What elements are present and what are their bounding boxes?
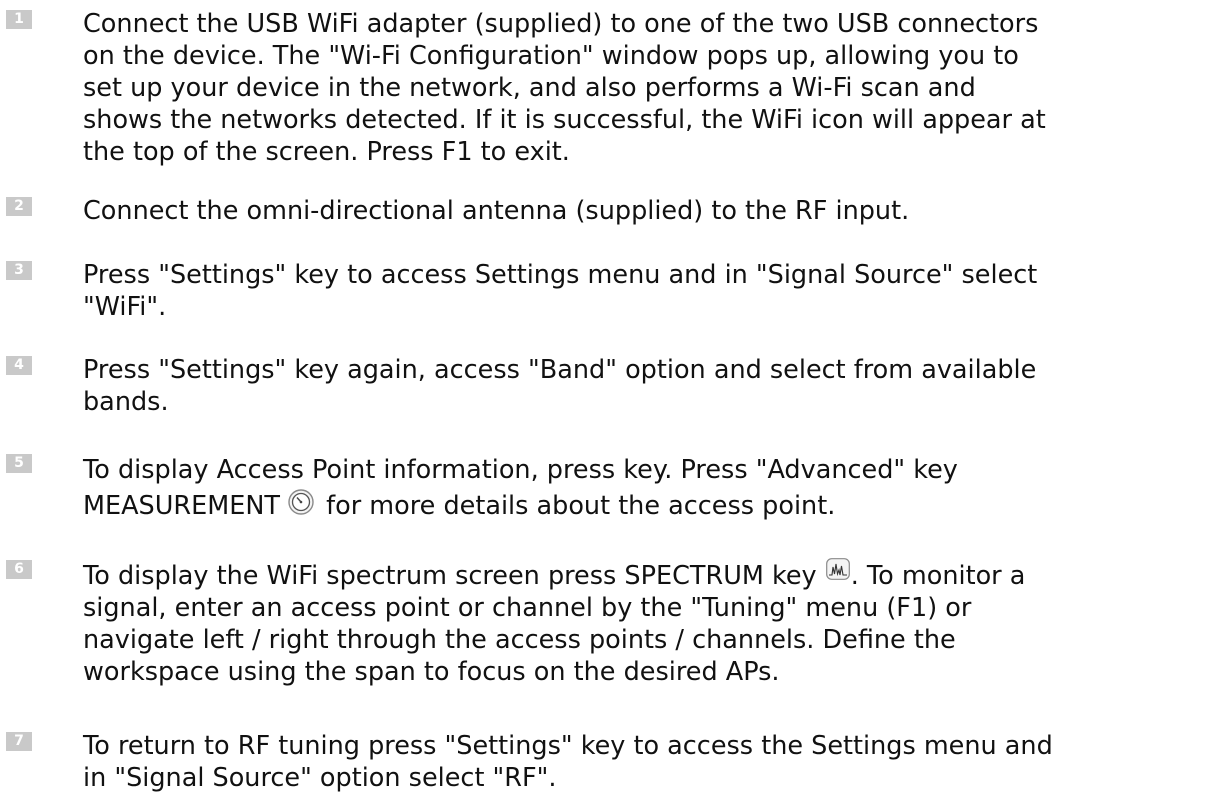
step-number-badge: 2 <box>6 197 32 216</box>
step-text-segment: . To monitor a <box>850 561 1026 591</box>
step-text: Connect the USB WiFi adapter (supplied) … <box>83 8 1218 168</box>
step-text-line: on the device. The "Wi-Fi Configuration"… <box>83 41 1019 71</box>
step-text: To return to RF tuning press "Settings" … <box>83 730 1218 794</box>
step-text-line: in "Signal Source" option select "RF". <box>83 763 557 793</box>
step-number-badge: 5 <box>6 454 32 473</box>
step-text: Connect the omni-directional antenna (su… <box>83 195 1218 227</box>
step-number-badge: 7 <box>6 732 32 751</box>
step-text: To display the WiFi spectrum screen pres… <box>83 558 1218 688</box>
step-text-line: the top of the screen. Press F1 to exit. <box>83 137 570 167</box>
step-text-line: navigate left / right through the access… <box>83 625 956 655</box>
step-text-line: To display Access Point information, pre… <box>83 455 958 485</box>
step-text-line: To display the WiFi spectrum screen pres… <box>83 558 1218 592</box>
step-text-line: Connect the omni-directional antenna (su… <box>83 196 910 226</box>
step-text-segment: To display the WiFi spectrum screen pres… <box>83 561 825 591</box>
step-text-line: bands. <box>83 387 169 417</box>
step-number-badge: 6 <box>6 560 32 579</box>
step-text-line: To return to RF tuning press "Settings" … <box>83 731 1053 761</box>
step-text-line: workspace using the span to focus on the… <box>83 657 780 687</box>
step-text-line: Press "Settings" key to access Settings … <box>83 260 1038 290</box>
step-text-line: Press "Settings" key again, access "Band… <box>83 355 1037 385</box>
step-text-segment: MEASUREMENT <box>83 491 281 521</box>
step-text: To display Access Point information, pre… <box>83 452 1218 524</box>
step-text-line: Connect the USB WiFi adapter (supplied) … <box>83 9 1039 39</box>
step-number-badge: 4 <box>6 356 32 375</box>
step-text: Press "Settings" key to access Settings … <box>83 259 1218 323</box>
step-text-segment: for more details about the access point. <box>318 491 836 521</box>
step-text: Press "Settings" key again, access "Band… <box>83 354 1218 418</box>
spectrum-icon <box>825 558 850 580</box>
step-text-line: set up your device in the network, and a… <box>83 73 976 103</box>
step-text-line: signal, enter an access point or channel… <box>83 593 972 623</box>
step-number-badge: 1 <box>6 10 32 29</box>
step-text-line: "WiFi". <box>83 292 167 322</box>
measurement-gauge-icon <box>288 489 314 515</box>
step-text-line: shows the networks detected. If it is su… <box>83 105 1046 135</box>
step-text-line: MEASUREMENT for more details about the a… <box>83 488 1218 524</box>
step-number-badge: 3 <box>6 261 32 280</box>
